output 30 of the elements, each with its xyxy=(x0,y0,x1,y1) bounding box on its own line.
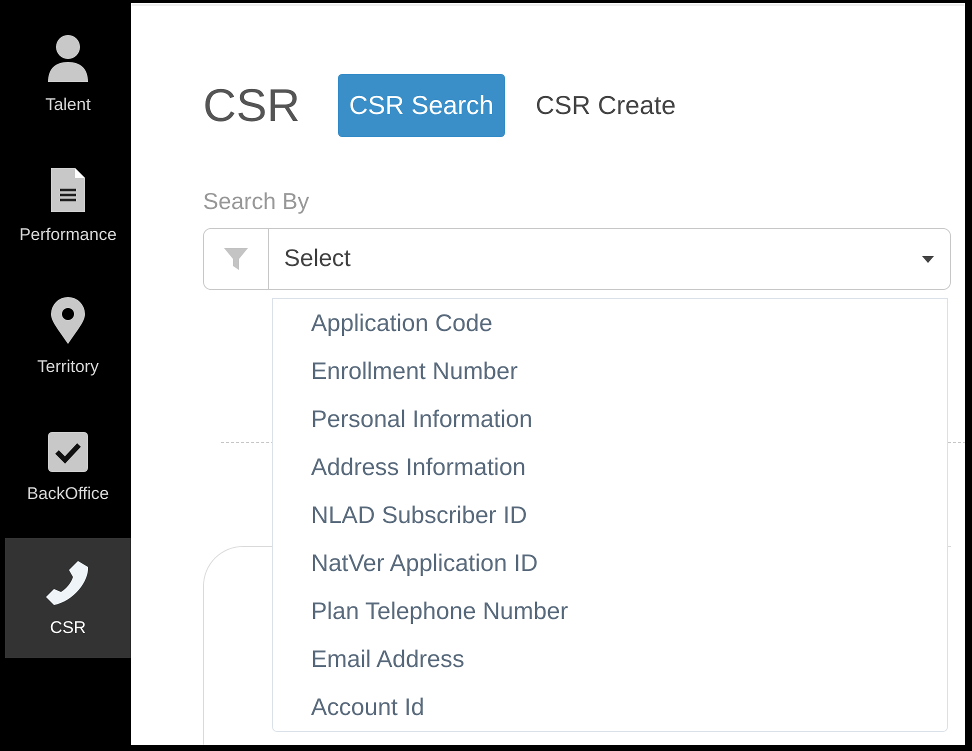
sidebar-item[interactable]: Performance xyxy=(5,145,131,265)
field-label: Search By xyxy=(203,188,310,215)
sidebar-label: Talent xyxy=(45,94,91,114)
dropdown-option[interactable]: Address Information xyxy=(273,444,947,492)
person-icon xyxy=(46,34,90,84)
document-icon xyxy=(49,166,87,214)
dropdown-option[interactable]: NatVer Application ID xyxy=(273,540,947,588)
dropdown-option[interactable]: Personal Information xyxy=(273,396,947,444)
dropdown-option[interactable]: NLAD Subscriber ID xyxy=(273,492,947,540)
tab[interactable]: CSR Create xyxy=(524,74,687,136)
sidebar-label: Performance xyxy=(19,224,117,244)
map-pin-icon xyxy=(49,296,87,346)
checkbox-icon xyxy=(47,430,89,472)
dropdown-option[interactable]: Account Id xyxy=(273,684,947,732)
sidebar-item[interactable]: Territory xyxy=(5,276,131,396)
sidebar-item[interactable]: CSR xyxy=(5,538,131,658)
page-title: CSR xyxy=(203,78,300,132)
sidebar-label: Territory xyxy=(37,356,99,376)
tab[interactable]: CSR Search xyxy=(338,74,505,136)
dropdown-option[interactable]: Enrollment Number xyxy=(273,348,947,396)
search-by-select[interactable]: Select xyxy=(203,228,951,290)
sidebar-label: CSR xyxy=(50,618,86,638)
caret-icon xyxy=(922,256,934,262)
sidebar-item[interactable]: BackOffice xyxy=(5,407,131,527)
sidebar-item[interactable]: Talent xyxy=(5,14,131,134)
dropdown-option[interactable]: Email Address xyxy=(273,636,947,684)
sidebar-label: BackOffice xyxy=(27,484,109,504)
filter-icon xyxy=(223,246,249,272)
dropdown-option[interactable]: Plan Telephone Number xyxy=(273,588,947,636)
dropdown-option[interactable]: Application Code xyxy=(273,300,947,348)
